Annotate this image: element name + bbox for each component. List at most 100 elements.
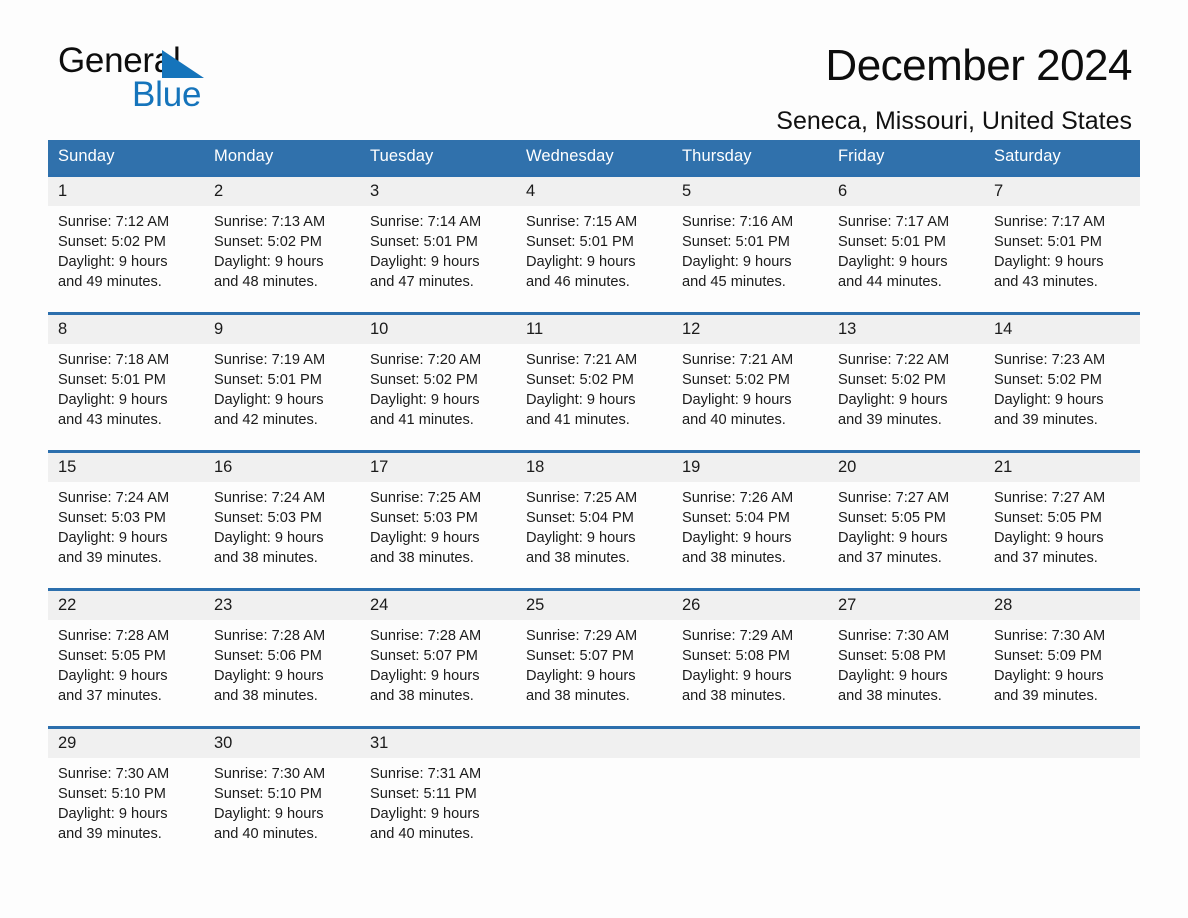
- day-cell[interactable]: Sunrise: 7:31 AM Sunset: 5:11 PM Dayligh…: [360, 758, 516, 844]
- sunrise-text: Sunrise: 7:12 AM: [58, 214, 170, 230]
- day-cell[interactable]: Sunrise: 7:28 AM Sunset: 5:05 PM Dayligh…: [48, 620, 204, 706]
- day-cell[interactable]: Sunrise: 7:20 AM Sunset: 5:02 PM Dayligh…: [360, 344, 516, 430]
- sunset-text: Sunset: 5:05 PM: [838, 510, 946, 526]
- sunset-text: Sunset: 5:01 PM: [370, 234, 478, 250]
- day-number[interactable]: 24: [360, 588, 516, 620]
- day-number[interactable]: 9: [204, 312, 360, 344]
- day-number[interactable]: 3: [360, 174, 516, 206]
- day-number-empty: [984, 726, 1140, 758]
- daylight-text: Daylight: 9 hours and 40 minutes.: [370, 806, 480, 842]
- sunset-text: Sunset: 5:05 PM: [58, 648, 166, 664]
- daylight-text: Daylight: 9 hours and 38 minutes.: [214, 668, 324, 704]
- day-cell[interactable]: Sunrise: 7:30 AM Sunset: 5:09 PM Dayligh…: [984, 620, 1140, 706]
- week-separator: [48, 706, 1140, 728]
- day-cell[interactable]: Sunrise: 7:30 AM Sunset: 5:10 PM Dayligh…: [204, 758, 360, 844]
- day-number[interactable]: 1: [48, 174, 204, 206]
- day-number[interactable]: 23: [204, 588, 360, 620]
- day-number[interactable]: 17: [360, 450, 516, 482]
- day-number[interactable]: 21: [984, 450, 1140, 482]
- day-cell[interactable]: Sunrise: 7:16 AM Sunset: 5:01 PM Dayligh…: [672, 206, 828, 292]
- sunrise-text: Sunrise: 7:23 AM: [994, 352, 1106, 368]
- day-number[interactable]: 19: [672, 450, 828, 482]
- day-number[interactable]: 4: [516, 174, 672, 206]
- week-daynumber-row: 29 30 31: [48, 726, 1140, 758]
- week-separator: [48, 568, 1140, 590]
- sunrise-text: Sunrise: 7:17 AM: [838, 214, 950, 230]
- day-cell[interactable]: Sunrise: 7:19 AM Sunset: 5:01 PM Dayligh…: [204, 344, 360, 430]
- day-cell[interactable]: Sunrise: 7:30 AM Sunset: 5:08 PM Dayligh…: [828, 620, 984, 706]
- day-number-empty: [516, 726, 672, 758]
- sunset-text: Sunset: 5:01 PM: [58, 372, 166, 388]
- day-cell[interactable]: Sunrise: 7:22 AM Sunset: 5:02 PM Dayligh…: [828, 344, 984, 430]
- day-number[interactable]: 31: [360, 726, 516, 758]
- sunrise-text: Sunrise: 7:17 AM: [994, 214, 1106, 230]
- day-cell[interactable]: Sunrise: 7:25 AM Sunset: 5:04 PM Dayligh…: [516, 482, 672, 568]
- sunrise-text: Sunrise: 7:22 AM: [838, 352, 950, 368]
- day-cell[interactable]: Sunrise: 7:28 AM Sunset: 5:07 PM Dayligh…: [360, 620, 516, 706]
- day-number[interactable]: 29: [48, 726, 204, 758]
- day-number[interactable]: 13: [828, 312, 984, 344]
- sunset-text: Sunset: 5:02 PM: [214, 234, 322, 250]
- sunset-text: Sunset: 5:03 PM: [58, 510, 166, 526]
- daylight-text: Daylight: 9 hours and 38 minutes.: [526, 530, 636, 566]
- daylight-text: Daylight: 9 hours and 41 minutes.: [526, 392, 636, 428]
- weekday-header-wednesday: Wednesday: [516, 140, 672, 176]
- day-cell[interactable]: Sunrise: 7:17 AM Sunset: 5:01 PM Dayligh…: [984, 206, 1140, 292]
- sunset-text: Sunset: 5:02 PM: [838, 372, 946, 388]
- day-cell[interactable]: Sunrise: 7:26 AM Sunset: 5:04 PM Dayligh…: [672, 482, 828, 568]
- day-cell[interactable]: Sunrise: 7:15 AM Sunset: 5:01 PM Dayligh…: [516, 206, 672, 292]
- day-cell[interactable]: Sunrise: 7:30 AM Sunset: 5:10 PM Dayligh…: [48, 758, 204, 844]
- daylight-text: Daylight: 9 hours and 38 minutes.: [370, 668, 480, 704]
- day-cell-empty: [984, 758, 1140, 844]
- general-blue-logo: General Blue: [58, 42, 378, 114]
- sunset-text: Sunset: 5:10 PM: [58, 786, 166, 802]
- day-number[interactable]: 12: [672, 312, 828, 344]
- day-number[interactable]: 15: [48, 450, 204, 482]
- day-cell[interactable]: Sunrise: 7:24 AM Sunset: 5:03 PM Dayligh…: [204, 482, 360, 568]
- day-number[interactable]: 8: [48, 312, 204, 344]
- day-number[interactable]: 27: [828, 588, 984, 620]
- sunrise-text: Sunrise: 7:30 AM: [838, 628, 950, 644]
- day-cell[interactable]: Sunrise: 7:21 AM Sunset: 5:02 PM Dayligh…: [516, 344, 672, 430]
- weekday-header-saturday: Saturday: [984, 140, 1140, 176]
- day-number[interactable]: 10: [360, 312, 516, 344]
- day-cell[interactable]: Sunrise: 7:29 AM Sunset: 5:07 PM Dayligh…: [516, 620, 672, 706]
- weekday-header-thursday: Thursday: [672, 140, 828, 176]
- day-cell[interactable]: Sunrise: 7:28 AM Sunset: 5:06 PM Dayligh…: [204, 620, 360, 706]
- sunrise-text: Sunrise: 7:16 AM: [682, 214, 794, 230]
- day-number[interactable]: 20: [828, 450, 984, 482]
- day-number[interactable]: 14: [984, 312, 1140, 344]
- sunset-text: Sunset: 5:06 PM: [214, 648, 322, 664]
- day-cell[interactable]: Sunrise: 7:14 AM Sunset: 5:01 PM Dayligh…: [360, 206, 516, 292]
- sunrise-text: Sunrise: 7:24 AM: [58, 490, 170, 506]
- day-number[interactable]: 28: [984, 588, 1140, 620]
- day-cell[interactable]: Sunrise: 7:29 AM Sunset: 5:08 PM Dayligh…: [672, 620, 828, 706]
- day-number[interactable]: 26: [672, 588, 828, 620]
- day-number[interactable]: 22: [48, 588, 204, 620]
- day-number[interactable]: 30: [204, 726, 360, 758]
- day-number[interactable]: 5: [672, 174, 828, 206]
- sunset-text: Sunset: 5:02 PM: [370, 372, 478, 388]
- daylight-text: Daylight: 9 hours and 39 minutes.: [58, 530, 168, 566]
- sunset-text: Sunset: 5:02 PM: [682, 372, 790, 388]
- day-cell[interactable]: Sunrise: 7:25 AM Sunset: 5:03 PM Dayligh…: [360, 482, 516, 568]
- day-number[interactable]: 11: [516, 312, 672, 344]
- day-cell[interactable]: Sunrise: 7:27 AM Sunset: 5:05 PM Dayligh…: [984, 482, 1140, 568]
- day-cell[interactable]: Sunrise: 7:12 AM Sunset: 5:02 PM Dayligh…: [48, 206, 204, 292]
- day-number[interactable]: 7: [984, 174, 1140, 206]
- day-number[interactable]: 6: [828, 174, 984, 206]
- day-cell[interactable]: Sunrise: 7:21 AM Sunset: 5:02 PM Dayligh…: [672, 344, 828, 430]
- daylight-text: Daylight: 9 hours and 43 minutes.: [58, 392, 168, 428]
- day-cell[interactable]: Sunrise: 7:23 AM Sunset: 5:02 PM Dayligh…: [984, 344, 1140, 430]
- day-cell[interactable]: Sunrise: 7:13 AM Sunset: 5:02 PM Dayligh…: [204, 206, 360, 292]
- day-cell[interactable]: Sunrise: 7:17 AM Sunset: 5:01 PM Dayligh…: [828, 206, 984, 292]
- day-cell[interactable]: Sunrise: 7:27 AM Sunset: 5:05 PM Dayligh…: [828, 482, 984, 568]
- day-number[interactable]: 18: [516, 450, 672, 482]
- sunrise-text: Sunrise: 7:30 AM: [214, 766, 326, 782]
- day-number[interactable]: 25: [516, 588, 672, 620]
- day-number[interactable]: 2: [204, 174, 360, 206]
- day-number[interactable]: 16: [204, 450, 360, 482]
- day-cell[interactable]: Sunrise: 7:24 AM Sunset: 5:03 PM Dayligh…: [48, 482, 204, 568]
- sunset-text: Sunset: 5:01 PM: [214, 372, 322, 388]
- day-cell[interactable]: Sunrise: 7:18 AM Sunset: 5:01 PM Dayligh…: [48, 344, 204, 430]
